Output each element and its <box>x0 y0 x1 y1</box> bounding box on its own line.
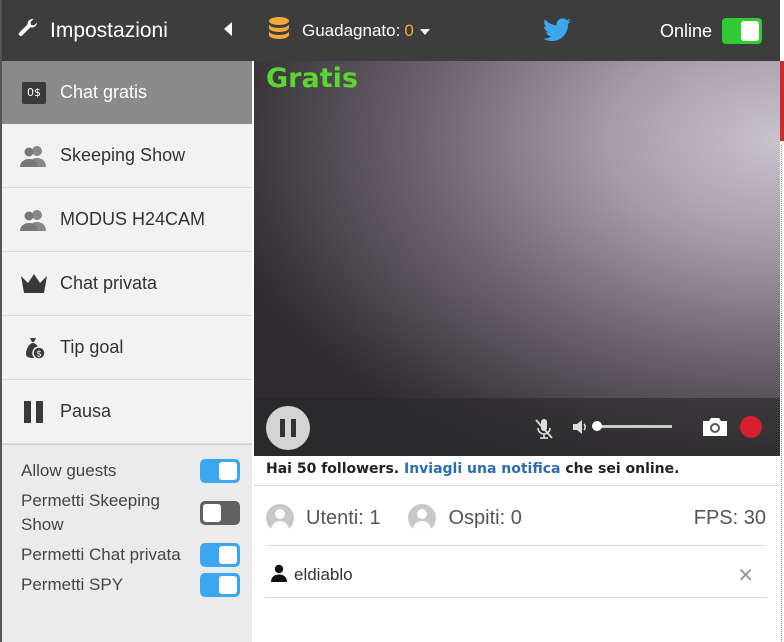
chat-privata-toggle[interactable] <box>200 543 240 567</box>
volume-icon[interactable] <box>572 419 590 440</box>
menu-item-label: Chat privata <box>60 273 158 293</box>
menu-item-label: Tip goal <box>60 337 124 357</box>
volume-slider-handle[interactable] <box>592 421 602 431</box>
menu-item-label: Skeeping Show <box>60 145 186 165</box>
toggle-knob <box>203 504 221 522</box>
divider <box>254 485 780 486</box>
toggle-row-chat-privata: Permetti Chat privata <box>21 543 240 567</box>
free-badge-icon: 0$ <box>22 81 46 104</box>
menu-item-chat-privata[interactable]: Chat privata <box>2 252 252 316</box>
video-controls <box>254 398 780 456</box>
users-count: Utenti: 1 <box>266 504 380 532</box>
user-icon <box>270 564 288 587</box>
pause-bar <box>280 419 285 437</box>
pause-bar <box>291 419 296 437</box>
toggle-knob <box>219 546 237 564</box>
user-name: eldiablo <box>294 565 353 584</box>
menu-item-label: Pausa <box>60 401 112 421</box>
allow-guests-toggle[interactable] <box>200 459 240 483</box>
menu-item-skeeping-show[interactable]: Skeeping Show <box>2 124 252 188</box>
pause-button[interactable] <box>266 406 310 450</box>
collapse-arrow-icon[interactable] <box>224 22 232 36</box>
menu-item-label: Chat gratis <box>60 82 148 102</box>
toggle-knob <box>741 21 759 41</box>
video-mode-label: Gratis <box>266 63 358 94</box>
online-label: Online <box>659 20 712 41</box>
notice-text-after: che sei online. <box>560 461 680 477</box>
toggle-label: Permetti Chat privata <box>21 545 181 564</box>
menu-item-label: MODUS H24CAM <box>60 209 206 229</box>
crown-icon <box>20 270 48 298</box>
pause-icon <box>20 398 48 426</box>
followers-notice: Hai 50 followers. Inviagli una notifica … <box>266 461 679 477</box>
toggle-knob <box>219 462 237 480</box>
online-status: Online <box>660 18 762 44</box>
toggle-row-allow-guests: Allow guests <box>21 459 240 483</box>
divider <box>266 597 766 598</box>
caret-down-icon <box>419 28 430 35</box>
wrench-icon <box>16 16 40 45</box>
spy-toggle[interactable] <box>200 573 240 597</box>
edge-strip <box>780 61 784 141</box>
edge-dotted-line <box>781 145 782 642</box>
mic-muted-icon[interactable] <box>534 418 554 445</box>
app: Impostazioni 0$ Chat gratis Skeeping Sho… <box>0 0 784 642</box>
guests-count: Ospiti: 0 <box>408 504 522 532</box>
online-toggle[interactable] <box>722 18 762 44</box>
volume-slider-track[interactable] <box>594 425 672 428</box>
menu-item-modus-h24cam[interactable]: MODUS H24CAM <box>2 188 252 252</box>
users-count-text: Utenti: 1 <box>306 506 381 529</box>
viewer-stats: Utenti: 1 Ospiti: 0 FPS: 30 <box>266 500 766 536</box>
sidebar-title: Impostazioni <box>50 18 168 42</box>
guest-avatar-icon <box>408 504 437 532</box>
notice-text-before: Hai 50 followers. <box>266 461 404 477</box>
divider <box>266 545 766 546</box>
toggle-row-spy: Permetti SPY <box>21 573 240 597</box>
permission-toggles: Allow guests Permetti Skeeping Show Perm… <box>2 444 252 642</box>
fps-readout: FPS: 30 <box>693 506 766 529</box>
earnings-dropdown[interactable]: Guadagnato: 0 <box>268 16 430 45</box>
toggle-knob <box>219 576 237 594</box>
earned-value: 0 <box>404 20 414 40</box>
toggle-label: Allow guests <box>21 461 117 480</box>
close-icon[interactable]: ✕ <box>737 563 754 587</box>
notify-followers-link[interactable]: Inviagli una notifica <box>404 461 561 477</box>
toggle-row-skeeping-show: Permetti Skeeping Show <box>21 489 240 537</box>
top-bar: Guadagnato: 0 Online <box>252 0 780 61</box>
sidebar-header: Impostazioni <box>2 0 252 61</box>
sidebar: Impostazioni 0$ Chat gratis Skeeping Sho… <box>0 0 252 642</box>
menu-item-pausa[interactable]: Pausa <box>2 380 252 444</box>
camera-icon[interactable] <box>701 416 729 443</box>
video-preview: Gratis <box>254 61 780 456</box>
guests-count-text: Ospiti: 0 <box>448 506 522 529</box>
users-icon <box>20 142 48 170</box>
money-bag-icon: $ <box>20 334 48 362</box>
skeeping-show-toggle[interactable] <box>200 501 240 525</box>
menu-item-chat-gratis[interactable]: 0$ Chat gratis <box>2 61 252 124</box>
toggle-label: Permetti SPY <box>21 575 124 594</box>
twitter-icon[interactable] <box>543 18 571 47</box>
users-icon <box>20 206 48 234</box>
toggle-label: Permetti Skeeping Show <box>21 491 160 534</box>
list-item[interactable]: eldiablo ✕ <box>266 558 766 592</box>
menu-item-tip-goal[interactable]: $ Tip goal <box>2 316 252 380</box>
user-avatar-icon <box>266 504 294 532</box>
svg-text:$: $ <box>36 349 42 359</box>
coins-icon <box>268 16 290 45</box>
earned-label: Guadagnato: <box>302 20 401 40</box>
record-button[interactable] <box>740 416 762 438</box>
